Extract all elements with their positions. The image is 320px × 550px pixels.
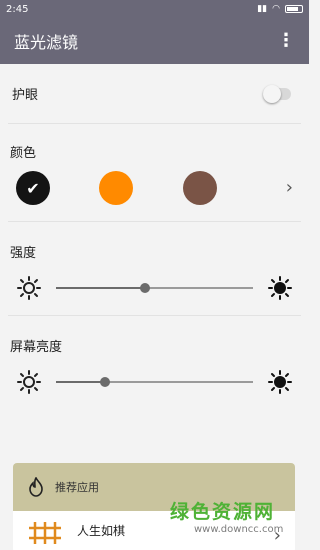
sun-filled-icon xyxy=(268,276,292,300)
intensity-label: 强度 xyxy=(10,246,37,261)
intensity-section: 强度 xyxy=(8,222,301,316)
brightness-section: 屏幕亮度 xyxy=(8,316,301,410)
sun-outline-icon xyxy=(17,370,41,394)
color-section: 颜色 ✔ › xyxy=(8,124,301,222)
recommended-app-name: 人生如棋 xyxy=(77,523,126,538)
brightness-label: 屏幕亮度 xyxy=(10,340,63,355)
color-swatches: ✔ › xyxy=(8,171,301,205)
status-bar: 2:45 ▮▮ ◠ xyxy=(0,0,309,18)
app-bar: 蓝光滤镜 ⋮ xyxy=(0,18,309,64)
chess-board-icon xyxy=(29,522,61,544)
watermark-url: www.downcc.com xyxy=(194,524,284,535)
check-icon: ✔ xyxy=(26,178,40,198)
intensity-fill xyxy=(56,287,145,289)
chevron-right-icon[interactable]: › xyxy=(286,177,293,198)
swatch-orange[interactable] xyxy=(99,171,133,205)
brightness-thumb[interactable] xyxy=(100,377,111,387)
more-vert-icon[interactable]: ⋮ xyxy=(273,28,299,54)
toggle-knob xyxy=(263,84,281,103)
brightness-slider[interactable] xyxy=(8,369,301,395)
watermark-logo: 绿色资源网 xyxy=(170,501,276,523)
status-icons: ▮▮ ◠ xyxy=(257,4,303,14)
signal-icon: ▮▮ xyxy=(257,4,268,14)
eye-protection-toggle[interactable] xyxy=(263,84,291,103)
wifi-icon: ◠ xyxy=(272,4,280,14)
swatch-black[interactable]: ✔ xyxy=(16,171,50,205)
intensity-track[interactable] xyxy=(56,283,253,293)
sun-outline-icon xyxy=(17,276,41,300)
battery-icon xyxy=(285,5,303,13)
sun-filled-icon xyxy=(268,370,292,394)
color-label: 颜色 xyxy=(10,146,37,161)
intensity-slider[interactable] xyxy=(8,275,301,301)
swatch-brown[interactable] xyxy=(183,171,217,205)
brightness-track[interactable] xyxy=(56,377,253,387)
intensity-thumb[interactable] xyxy=(139,283,150,293)
status-time: 2:45 xyxy=(6,3,29,15)
eye-protection-label: 护眼 xyxy=(12,88,39,103)
eye-protection-section: 护眼 xyxy=(8,64,301,124)
brightness-fill xyxy=(56,381,106,383)
recommended-apps-title: 推荐应用 xyxy=(55,481,99,494)
flame-icon xyxy=(29,477,43,497)
page-title: 蓝光滤镜 xyxy=(14,33,79,52)
